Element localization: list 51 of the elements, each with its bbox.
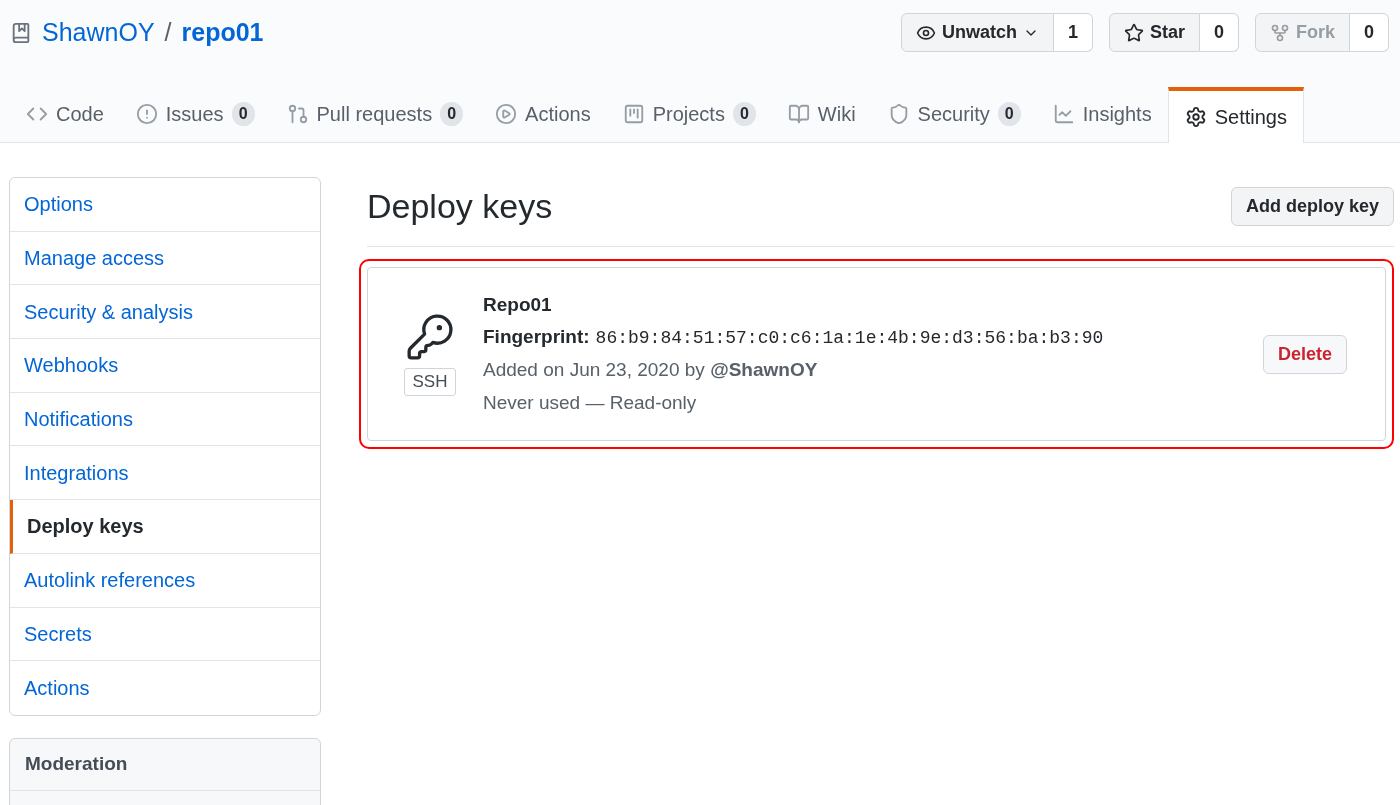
count-label[interactable]: 1 xyxy=(1053,13,1093,52)
nav-tab[interactable]: Issues 0 xyxy=(119,86,271,142)
star-button[interactable]: Star xyxy=(1108,13,1200,52)
nav-tab[interactable]: Insights xyxy=(1036,86,1168,142)
menu-item[interactable]: Autolink references xyxy=(10,553,320,608)
menu-item[interactable]: Secrets xyxy=(10,607,320,662)
key-title: Repo01 xyxy=(483,292,553,317)
add-deploy-key-button[interactable]: Add deploy key xyxy=(1230,187,1394,226)
nav-tab[interactable]: Projects 0 xyxy=(606,86,772,142)
count-badge: 0 xyxy=(732,102,756,126)
nav-tab[interactable]: Wiki xyxy=(771,86,872,142)
count-label[interactable]: 0 xyxy=(1199,13,1239,52)
nav-tab[interactable]: Code xyxy=(10,86,120,142)
count-badge: 0 xyxy=(997,102,1021,126)
book-icon xyxy=(787,103,810,125)
count-badge: 0 xyxy=(231,102,255,126)
nav-tab[interactable]: Pull requests 0 xyxy=(270,86,480,142)
menu-item[interactable]: Security & analysis xyxy=(10,285,320,340)
menu-item[interactable]: Deploy keys xyxy=(10,500,320,554)
page-title: Deploy keys xyxy=(367,186,553,227)
menu-item[interactable]: Options xyxy=(10,178,320,232)
added-info: Added on Jun 23, 2020 by @ShawnOY xyxy=(483,358,819,383)
play-icon xyxy=(495,103,518,125)
menu-item[interactable]: Actions xyxy=(10,661,320,715)
nav-tab[interactable]: Security 0 xyxy=(871,86,1037,142)
delete-button[interactable]: Delete xyxy=(1262,334,1347,374)
project-board-icon xyxy=(622,103,645,125)
repo-link[interactable]: repo01 xyxy=(181,13,264,52)
key-icon xyxy=(405,312,455,363)
fork-icon xyxy=(1269,22,1290,43)
repo-icon xyxy=(10,21,32,44)
nav-tab[interactable]: Actions xyxy=(479,86,607,142)
fingerprint-label: Fingerprint: xyxy=(483,325,590,350)
menu-item[interactable]: Webhooks xyxy=(10,339,320,393)
graph-icon xyxy=(1052,103,1075,125)
key-type-label: SSH xyxy=(403,368,457,396)
issue-icon xyxy=(135,103,158,125)
nav-tab[interactable]: Settings xyxy=(1167,87,1304,143)
owner-link[interactable]: ShawnOY xyxy=(42,13,155,52)
moderation-heading: Moderation xyxy=(25,752,128,777)
menu-item[interactable]: Notifications xyxy=(10,392,320,447)
menu-item[interactable]: Manage access xyxy=(10,231,320,286)
menu-item[interactable]: Integrations xyxy=(10,446,320,501)
usage-info: Never used — Read-only xyxy=(483,390,698,415)
star-icon xyxy=(1123,22,1144,43)
settings-icon xyxy=(1184,106,1207,128)
pull-request-icon xyxy=(286,103,309,125)
watch-button[interactable]: Unwatch xyxy=(900,13,1054,52)
path-separator: / xyxy=(164,16,172,48)
count-badge: 0 xyxy=(440,102,464,126)
fingerprint-value: 86:b9:84:51:57:c0:c6:1a:1e:4b:9e:d3:56:ba:b3:90 xyxy=(595,327,1104,351)
